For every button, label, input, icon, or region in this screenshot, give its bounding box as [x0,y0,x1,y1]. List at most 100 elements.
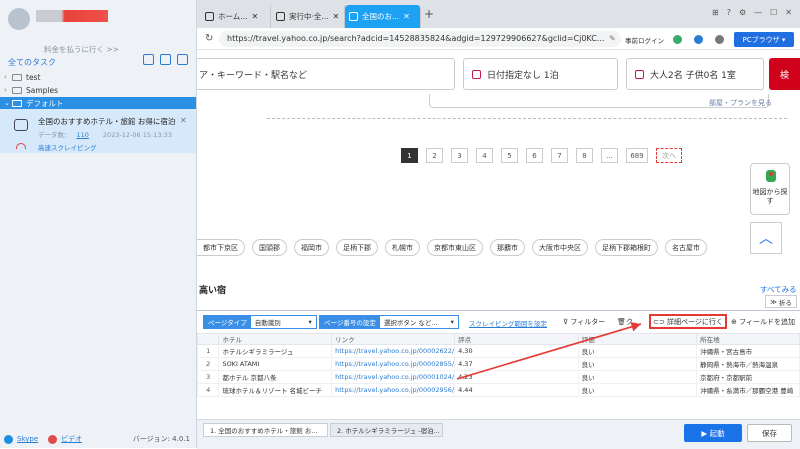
chevron-right-icon: › [4,86,7,94]
save-button[interactable]: 保存 [747,424,792,442]
sheet-tab[interactable]: 1. 全国のおすすめホテル・旅館 お... [203,423,328,437]
reload-icon[interactable]: ↻ [205,33,213,44]
page-number-select[interactable]: ページ番号の設定 選択ボタン など... ▾ [319,315,459,329]
page-button[interactable]: 4 [476,148,493,163]
column-header[interactable]: 評価 [577,333,698,345]
map-search-button[interactable]: 地図から探す [750,163,790,215]
page-button[interactable]: 3 [451,148,468,163]
date-input[interactable]: 日付指定なし 1泊 [463,58,618,90]
section-heading: 高い宿 [199,286,227,296]
pay-link[interactable]: 料金を払うに行く >> [44,44,119,55]
room-plan-link[interactable]: 部屋・プランを見る [709,98,772,108]
area-chip[interactable]: 那覇市 [490,239,525,256]
minimize-icon[interactable]: — [754,8,762,17]
tab-running[interactable]: 実行中·全... ✕ [272,5,345,28]
page-button[interactable]: 2 [426,148,443,163]
import-icon[interactable] [143,54,154,65]
pre-login-button[interactable]: 事前ログイン [625,35,664,45]
column-header[interactable]: 所在地 [696,333,800,345]
page-button[interactable]: 1 [401,148,418,163]
sidebar-footer: Skype ビデオ バージョン: 4.0.1 [0,430,196,448]
go-detail-page-button[interactable]: ⊂⊃ 詳細ページに行く [649,314,727,329]
area-chip[interactable]: 京都市東山区 [427,239,483,256]
start-button[interactable]: ▶ 起動 [684,424,742,442]
close-icon[interactable]: ✕ [180,116,187,125]
pagination: 1 2 3 4 5 6 7 8 ... 689 次へ [401,148,682,163]
area-chip[interactable]: 名古屋市 [665,239,707,256]
clear-button[interactable]: 🗑ク [617,317,633,327]
link-icon: ⊂⊃ [653,317,665,326]
close-icon[interactable]: ✕ [251,12,258,21]
double-chevron-down-icon: ≫ [770,297,779,306]
area-chip[interactable]: 足柄下郡 [336,239,378,256]
help-icon[interactable]: ? [727,8,731,17]
table-row[interactable]: 3 都ホテル 京都八条 https://travel.yahoo.co.jp/000… [196,370,800,384]
url-input[interactable]: https://travel.yahoo.co.jp/search?adcid=… [219,31,621,47]
area-chip[interactable]: 札幌市 [385,239,420,256]
column-header[interactable] [196,333,220,345]
data-table: ホテル リンク 評点 評価 所在地 1 ホテルシギラミラージュ https://tr… [196,333,800,397]
all-tasks-title[interactable]: 全てのタスク [8,57,56,68]
video-link[interactable]: ビデオ [61,434,82,444]
page-button[interactable]: 6 [526,148,543,163]
close-icon[interactable]: ✕ [785,8,792,17]
page-button[interactable]: 7 [551,148,568,163]
column-header[interactable]: ホテル [218,333,333,345]
guests-input[interactable]: 大人2名 子供0名 1室 [626,58,764,90]
maximize-icon[interactable]: ☐ [770,8,777,17]
page-button[interactable]: 689 [626,148,648,163]
extension-icon[interactable] [673,35,682,44]
close-icon[interactable]: ✕ [333,12,340,21]
calendar-icon [472,69,481,79]
filter-button[interactable]: ⊽ フィルター [563,317,605,327]
chevron-down-icon: ⌄ [4,99,10,107]
user-name-redacted [36,10,108,22]
page-button[interactable]: 5 [501,148,518,163]
column-header[interactable]: リンク [331,333,456,345]
skype-link[interactable]: Skype [17,435,38,443]
edit-icon[interactable]: ✎ [609,34,616,43]
close-icon[interactable]: ✕ [403,12,410,21]
table-row[interactable]: 4 琉球ホテル＆リゾート 名城ビーチ https://travel.yahoo.co… [196,383,800,397]
area-chip[interactable]: 都市下京区 [197,239,245,256]
column-header[interactable]: 評点 [454,333,579,345]
add-field-button[interactable]: ⊕ フィールドを追加 [731,317,795,327]
new-tab-button[interactable]: + [424,7,434,21]
scroll-top-button[interactable]: ︿ [750,222,782,254]
page-button[interactable]: 8 [576,148,593,163]
page-type-select[interactable]: ページタイプ 自動識別 ▾ [203,315,317,329]
page-icon [276,12,285,21]
gear-icon[interactable]: ⚙ [739,8,746,17]
next-page-button[interactable]: 次へ [656,148,682,163]
tab-home[interactable]: ホーム... ✕ [201,5,271,28]
data-count[interactable]: 110 [77,131,89,139]
area-chip[interactable]: 福岡市 [294,239,329,256]
tree-item-test[interactable]: › test [0,71,196,83]
extension-icon[interactable] [694,35,703,44]
fold-button[interactable]: ≫ 折る [765,295,797,308]
tree-item-samples[interactable]: › Samples [0,84,196,96]
new-folder-icon[interactable] [177,54,188,65]
area-chip[interactable]: 足柄下郡箱根町 [595,239,658,256]
filter-icon: ⊽ [563,318,569,326]
table-row[interactable]: 2 SOKI ATAMI https://travel.yahoo.co.jp/00… [196,357,800,371]
see-all-link[interactable]: すべてみる [760,284,797,295]
sheet-tab[interactable]: 2. ホテルシギラミラージュ -宿泊... [330,423,443,437]
area-keyword-input[interactable]: ア・キーワード・駅名など [197,58,455,90]
grid-icon[interactable]: ⊞ [712,8,719,17]
plus-circle-icon: ⊕ [731,318,737,326]
tab-bar: ホーム... ✕ 実行中·全... ✕ 全国のお... ✕ + ⊞ ? ⚙ — ☐ ✕ [197,0,800,28]
tab-current[interactable]: 全国のお... ✕ [345,5,421,28]
pc-browser-select[interactable]: PCブラウザ ▾ [734,32,794,47]
search-button[interactable]: 検 [769,58,800,90]
extension-icon[interactable] [715,35,724,44]
task-name[interactable]: 全国のおすすめホテル・旅館 お得に宿泊予… [38,116,176,127]
area-chip[interactable]: 国頭郡 [252,239,287,256]
chevron-down-icon: ▾ [450,318,454,326]
table-row[interactable]: 1 ホテルシギラミラージュ https://travel.yahoo.co.jp/0… [196,344,800,358]
new-task-icon[interactable] [160,54,171,65]
tree-item-default[interactable]: ⌄ デフォルト [0,97,196,109]
scrape-range-link[interactable]: スクレイピング範囲を設定 [469,318,547,328]
version-label: バージョン: 4.0.1 [132,435,190,443]
area-chip[interactable]: 大阪市中央区 [532,239,588,256]
